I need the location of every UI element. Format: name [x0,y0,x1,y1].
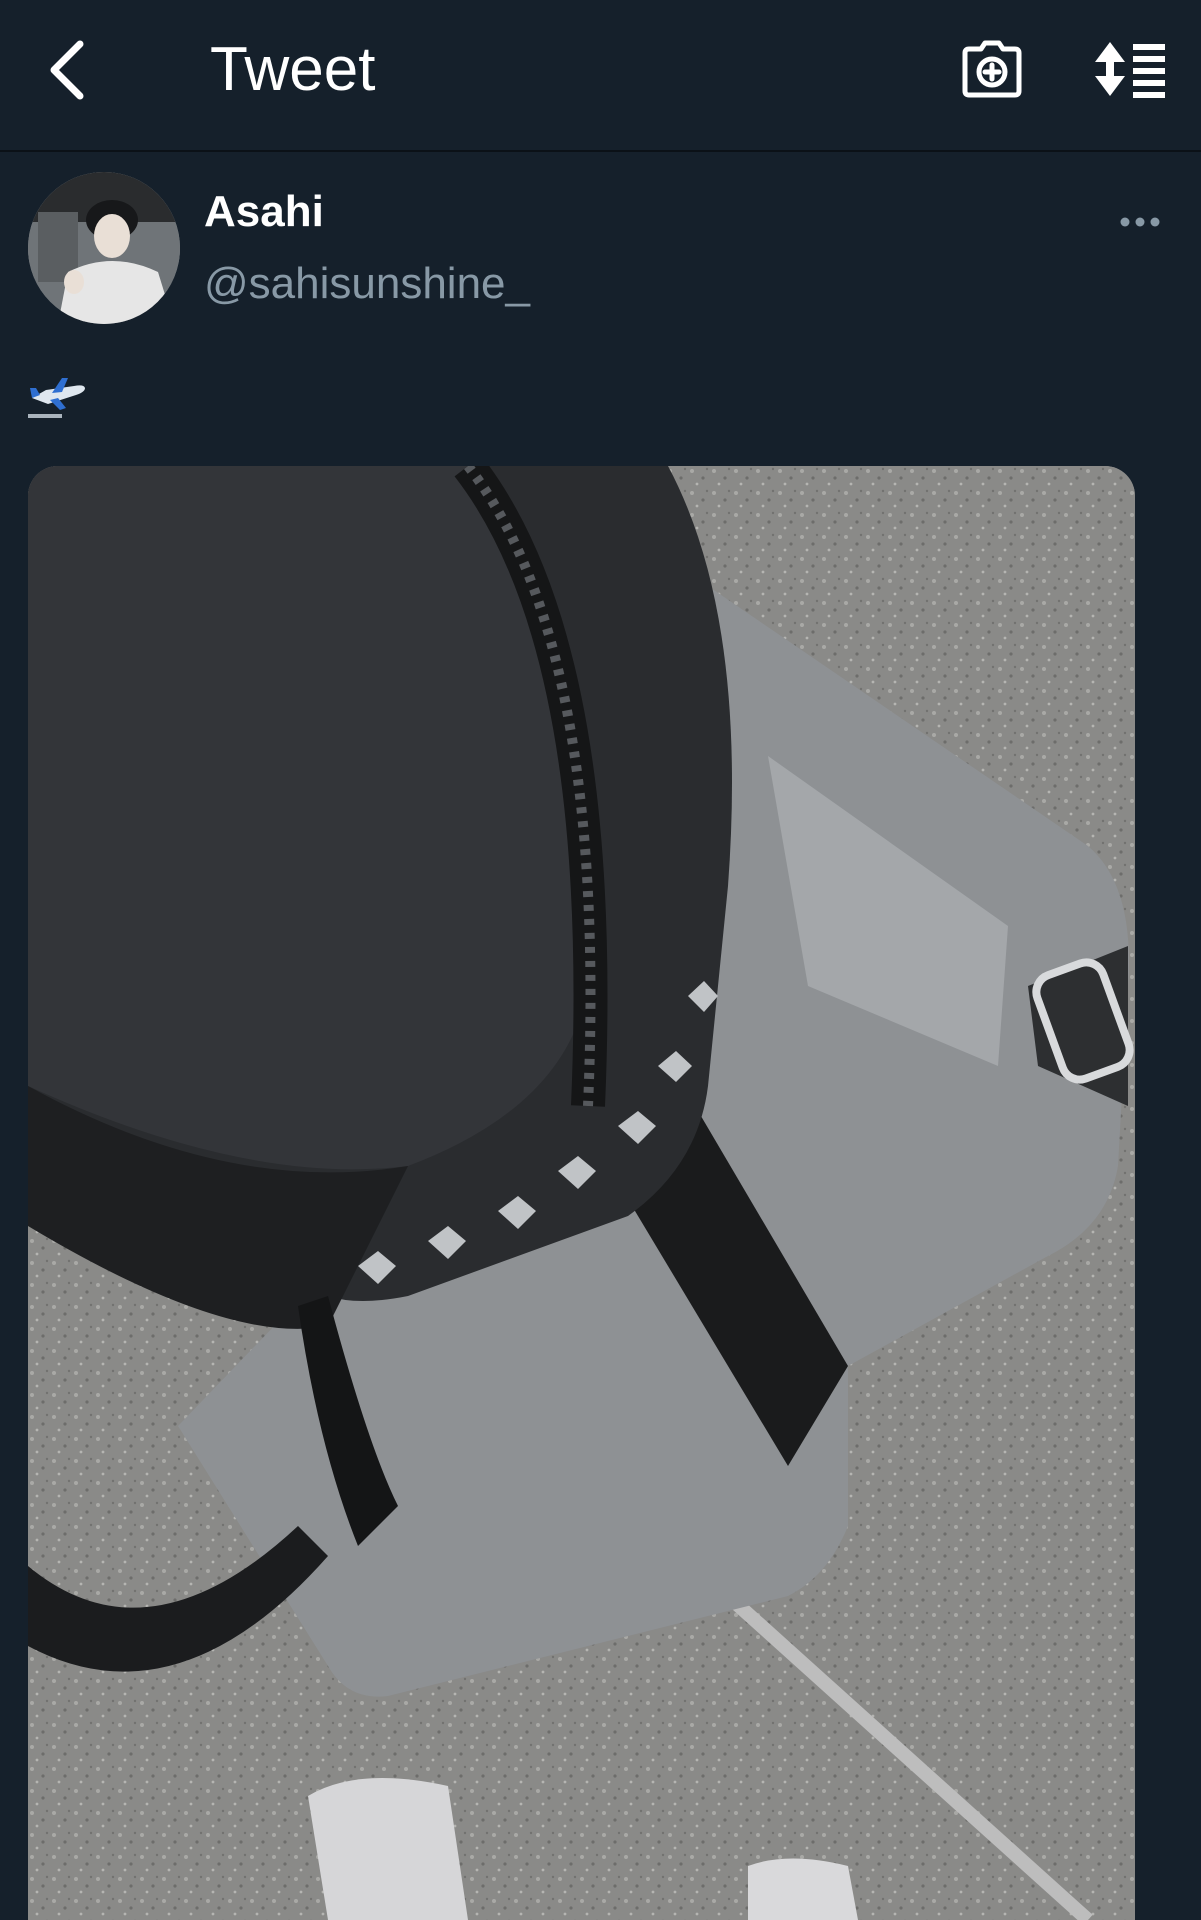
author-display-name[interactable]: Asahi [204,184,324,240]
tweet-media-image[interactable] [28,466,1135,1920]
author-handle[interactable]: @sahisunshine_ [204,256,530,312]
chevron-left-icon [50,40,84,100]
more-horizontal-icon [1120,217,1160,227]
camera-add-icon [962,40,1022,98]
tweet-photo [28,466,1135,1920]
more-options-button[interactable] [1112,204,1168,240]
avatar-photo [28,172,180,324]
tweet-text [28,376,108,426]
back-button[interactable] [34,30,98,110]
camera-button[interactable] [960,34,1024,104]
page-title: Tweet [210,35,376,104]
airplane-departure-emoji [28,378,85,418]
top-bar: Tweet [0,0,1201,152]
sort-button[interactable] [1090,34,1170,104]
sort-list-icon [1095,42,1165,98]
avatar[interactable] [28,172,180,324]
